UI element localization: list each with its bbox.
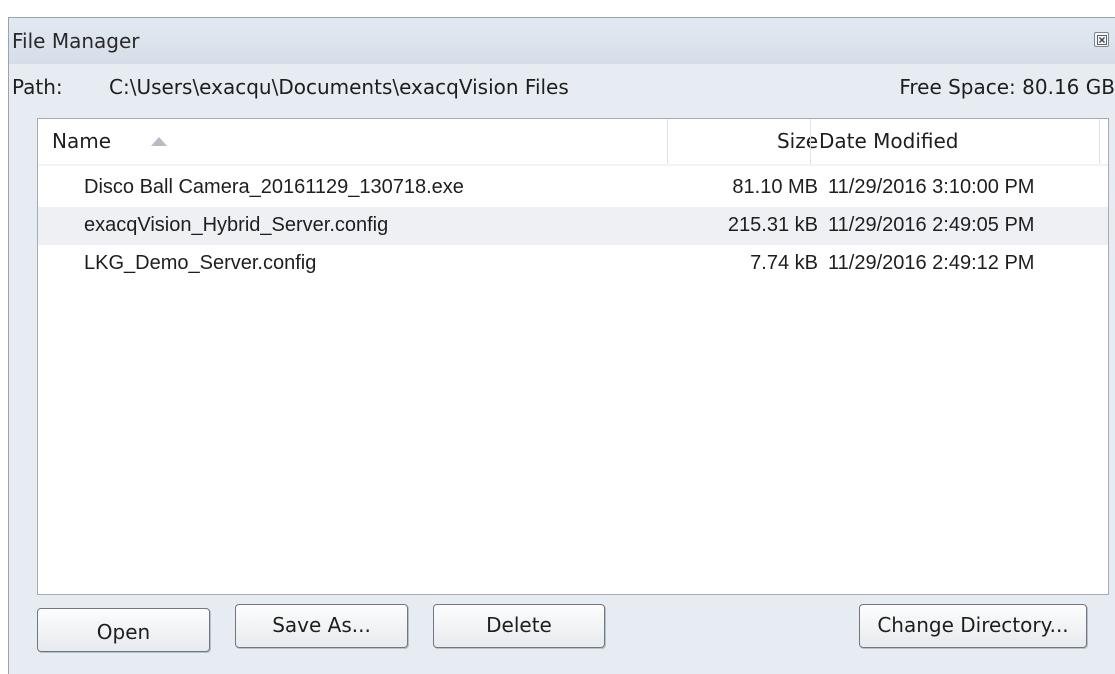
file-name: LKG_Demo_Server.config: [84, 252, 317, 274]
path-bar: Path: C:\Users\exacqu\Documents\exacqVis…: [9, 68, 1115, 108]
column-header-name[interactable]: Name: [52, 129, 111, 153]
change-directory-button[interactable]: Change Directory...: [859, 604, 1087, 648]
file-list[interactable]: Name Size Date Modified Disco Ball Camer…: [37, 118, 1109, 595]
free-space-label: Free Space: 80.16 GB: [899, 75, 1115, 99]
column-header-date-modified[interactable]: Date Modified: [819, 129, 959, 153]
delete-button[interactable]: Delete: [433, 604, 605, 648]
path-value: C:\Users\exacqu\Documents\exacqVision Fi…: [109, 75, 569, 99]
header-divider: [38, 164, 1108, 166]
file-manager-window: File Manager Path: C:\Users\exacqu\Docum…: [8, 17, 1115, 674]
column-header-size[interactable]: Size: [777, 129, 818, 153]
save-as-button[interactable]: Save As...: [235, 604, 408, 648]
file-date-modified: 11/29/2016 2:49:05 PM: [828, 214, 1035, 236]
file-row[interactable]: exacqVision_Hybrid_Server.config 215.31 …: [38, 207, 1108, 245]
close-icon[interactable]: [1094, 32, 1109, 47]
file-name: exacqVision_Hybrid_Server.config: [84, 214, 389, 236]
column-divider[interactable]: [667, 119, 668, 164]
file-size: 7.74 kB: [750, 252, 818, 274]
file-row[interactable]: Disco Ball Camera_20161129_130718.exe 81…: [38, 169, 1108, 207]
sort-ascending-icon: [151, 137, 167, 146]
path-label: Path:: [12, 75, 63, 99]
open-button[interactable]: Open: [37, 608, 210, 652]
file-date-modified: 11/29/2016 2:49:12 PM: [828, 252, 1035, 274]
title-bar: File Manager: [9, 18, 1115, 64]
file-row[interactable]: LKG_Demo_Server.config 7.74 kB 11/29/201…: [38, 245, 1108, 283]
file-name: Disco Ball Camera_20161129_130718.exe: [84, 176, 464, 198]
file-rows: Disco Ball Camera_20161129_130718.exe 81…: [38, 169, 1108, 283]
list-header: Name Size Date Modified: [38, 119, 1108, 164]
file-date-modified: 11/29/2016 3:10:00 PM: [828, 176, 1035, 198]
column-divider[interactable]: [1099, 119, 1100, 164]
file-size: 215.31 kB: [727, 214, 818, 236]
window-title: File Manager: [12, 29, 140, 53]
file-size: 81.10 MB: [732, 176, 818, 198]
column-divider[interactable]: [810, 119, 811, 164]
